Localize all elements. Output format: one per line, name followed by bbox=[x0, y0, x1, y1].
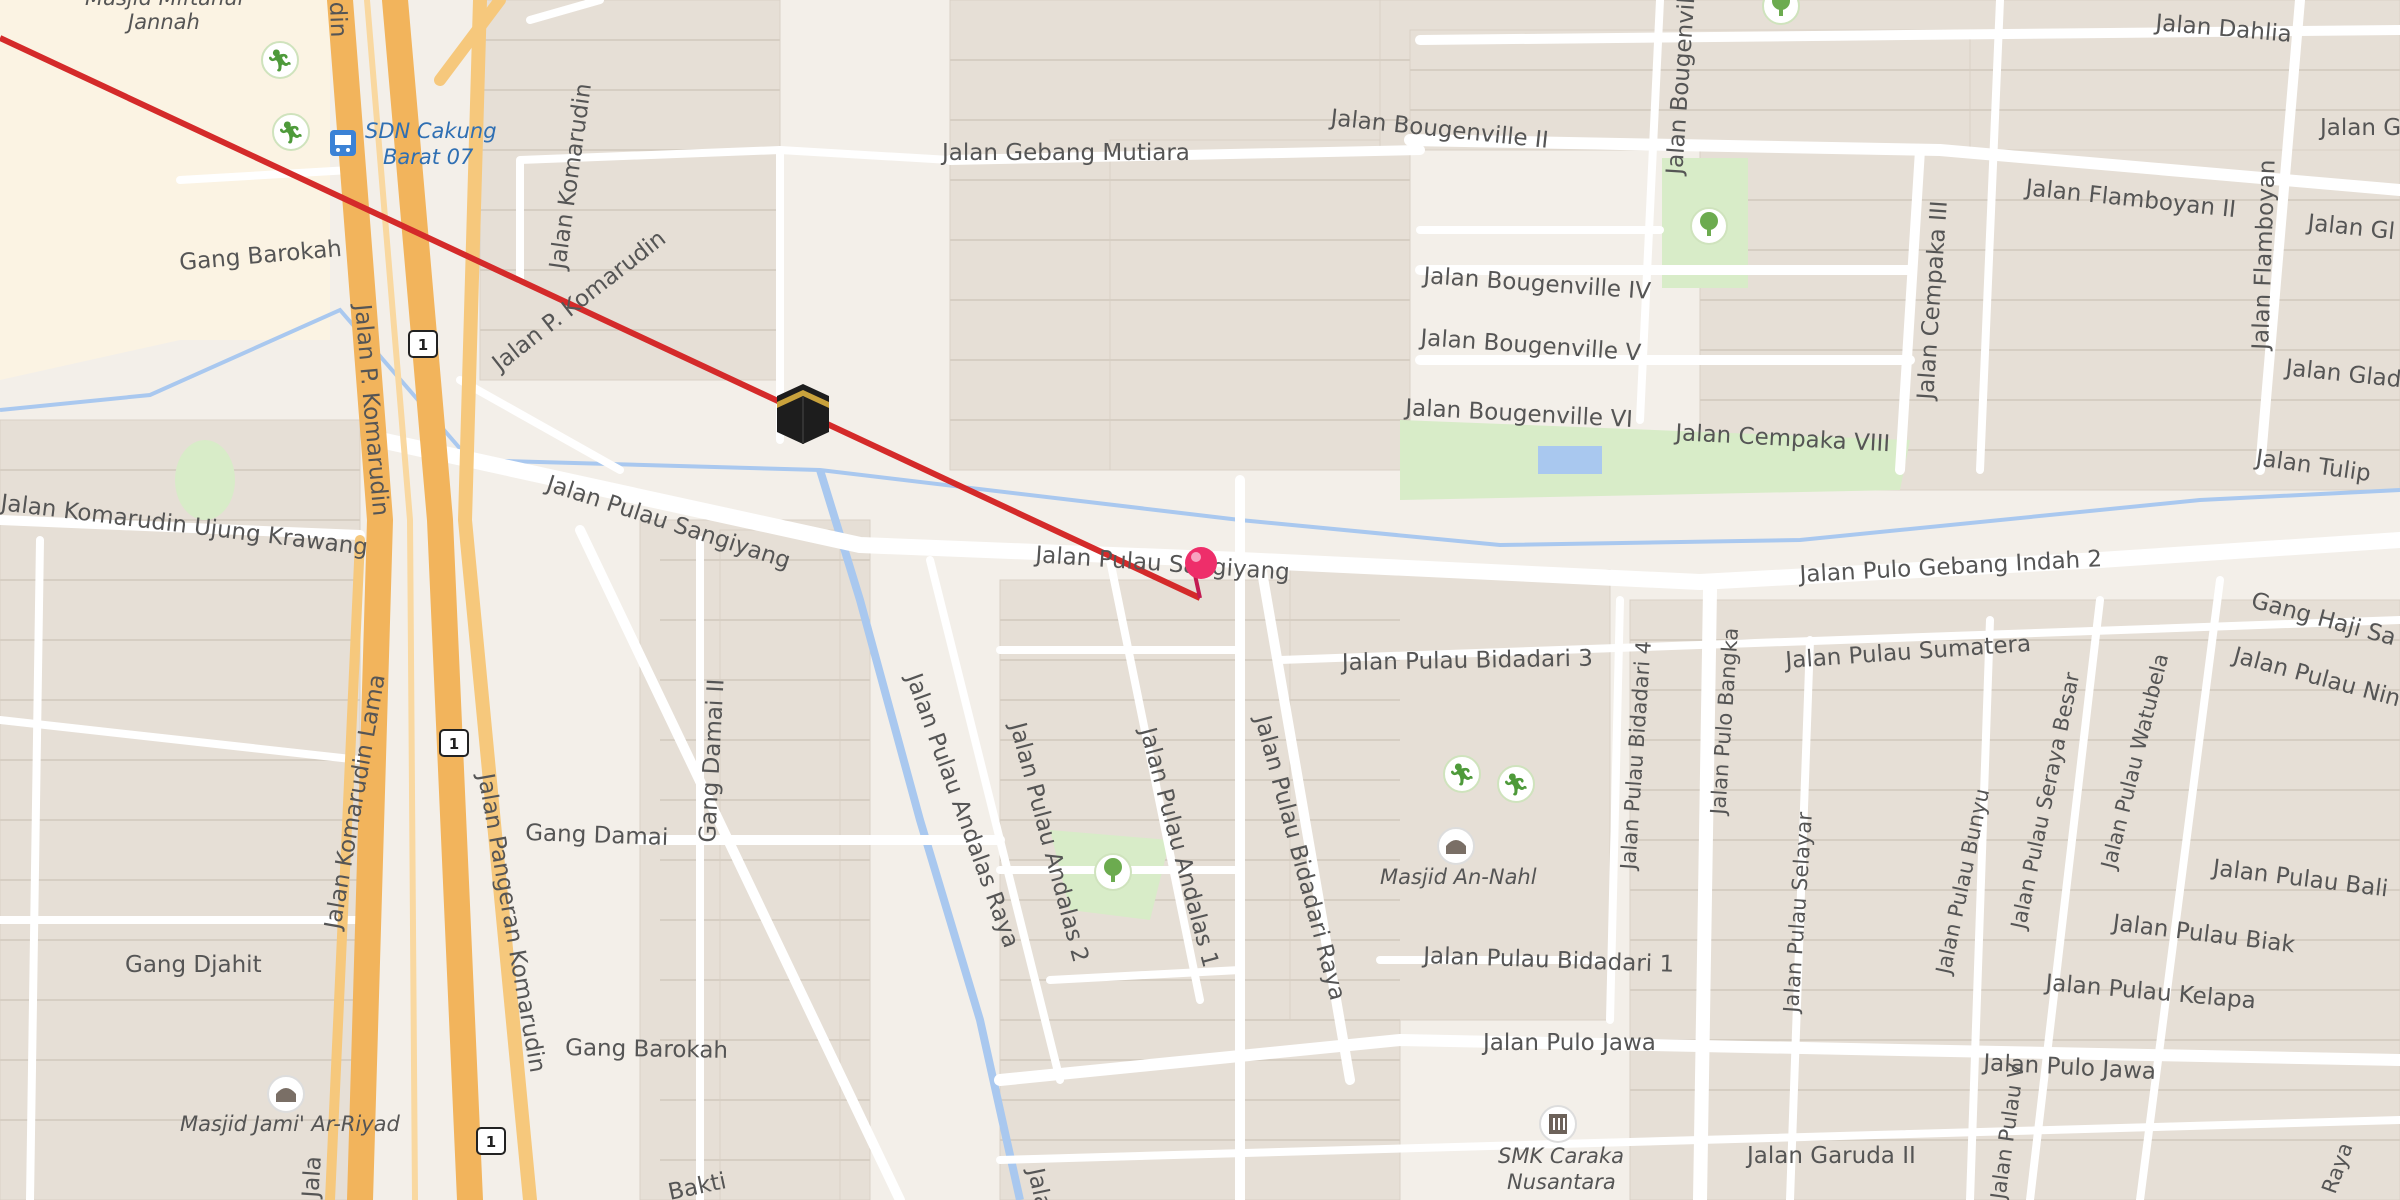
svg-text:1: 1 bbox=[486, 1133, 496, 1151]
pond bbox=[1538, 446, 1602, 474]
poi-label: SMK Caraka bbox=[1498, 1144, 1624, 1168]
svg-text:1: 1 bbox=[418, 336, 428, 354]
school-icon[interactable] bbox=[1539, 1105, 1577, 1143]
mosque-icon[interactable] bbox=[1437, 827, 1475, 865]
sports-icon[interactable]: 🏃︎ bbox=[272, 113, 310, 151]
street-label: Jalan Gla bbox=[2318, 115, 2400, 141]
kaaba-icon[interactable] bbox=[777, 384, 829, 444]
street-label: Jalan Garuda II bbox=[1745, 1143, 1916, 1169]
poi-label: Masjid Jami' Ar-Riyad bbox=[180, 1112, 401, 1136]
svg-text:🏃︎: 🏃︎ bbox=[1448, 763, 1476, 788]
mosque-icon[interactable] bbox=[267, 1075, 305, 1113]
street-label: Jalan Gebang Mutiara bbox=[940, 140, 1190, 166]
svg-text:🏃︎: 🏃︎ bbox=[277, 121, 305, 146]
tree-icon[interactable] bbox=[1690, 207, 1728, 245]
street-label: Jalan Pulau Bidadari 3 bbox=[1340, 646, 1593, 676]
sports-icon[interactable]: 🏃︎ bbox=[261, 41, 299, 79]
svg-text:1: 1 bbox=[449, 735, 459, 753]
street-label: Gang Damai bbox=[525, 820, 669, 851]
shield-top: 1 bbox=[408, 330, 438, 358]
poi-label: SDN Cakung bbox=[365, 119, 497, 143]
poi-label: Barat 07 bbox=[383, 145, 474, 169]
poi-label: Jannah bbox=[124, 10, 200, 34]
poi-label: Nusantara bbox=[1507, 1170, 1616, 1194]
street-label: Gang Barokah bbox=[565, 1035, 728, 1064]
map-view[interactable]: 1 1 1 Jalan Gebang Mutiara Jalan Bougenv… bbox=[0, 0, 2400, 1200]
map-canvas[interactable]: 1 1 1 Jalan Gebang Mutiara Jalan Bougenv… bbox=[0, 0, 2400, 1200]
sports-icon[interactable]: 🏃︎ bbox=[1497, 765, 1535, 803]
shield-bottom: 1 bbox=[476, 1127, 506, 1155]
svg-text:🏃︎: 🏃︎ bbox=[1502, 773, 1530, 798]
shield-mid: 1 bbox=[439, 729, 469, 757]
street-label: Jala bbox=[298, 1155, 327, 1200]
poi-label: Masjid Miftahul bbox=[85, 0, 244, 10]
tree-icon[interactable] bbox=[1094, 853, 1132, 891]
bus-stop-icon[interactable] bbox=[330, 130, 356, 156]
street-label: din bbox=[324, 1, 351, 37]
park-left bbox=[175, 440, 235, 520]
street-label: Gang Djahit bbox=[125, 952, 262, 978]
poi-label: Masjid An-Nahl bbox=[1380, 865, 1537, 889]
sports-icon[interactable]: 🏃︎ bbox=[1443, 755, 1481, 793]
street-label: Jalan Pulo Jawa bbox=[1481, 1030, 1656, 1056]
svg-text:🏃︎: 🏃︎ bbox=[266, 49, 294, 74]
